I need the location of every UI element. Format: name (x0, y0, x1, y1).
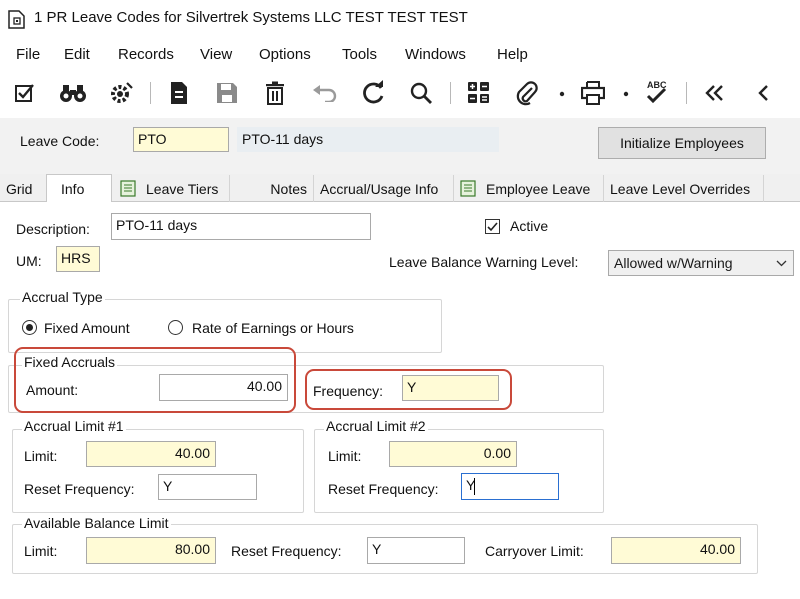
carryover-limit-label: Carryover Limit: (485, 543, 584, 559)
warning-level-select[interactable]: Allowed w/Warning (608, 250, 794, 276)
tab-employee-leave[interactable]: Employee Leave (454, 175, 604, 202)
window-title: 1 PR Leave Codes for Silvertrek Systems … (34, 9, 468, 26)
accrual-limit-2-title: Accrual Limit #2 (324, 418, 428, 434)
chevron-down-icon[interactable] (622, 90, 630, 98)
available-balance-reset-input[interactable]: Y (367, 537, 465, 564)
fixed-amount-label: Fixed Amount (44, 320, 130, 336)
print-icon[interactable] (578, 76, 608, 110)
tab-leave-tiers[interactable]: Leave Tiers (114, 175, 230, 202)
tab-grid[interactable]: Grid (0, 175, 38, 202)
active-checkbox[interactable] (485, 219, 500, 234)
toolbar: ABC (0, 70, 800, 116)
calculator-icon[interactable] (464, 76, 494, 110)
menu-view[interactable]: View (200, 46, 232, 63)
toolbar-separator (686, 82, 687, 104)
tab-info[interactable]: Info (46, 174, 112, 203)
chevron-down-icon[interactable] (558, 90, 566, 98)
spellcheck-icon[interactable]: ABC (642, 76, 672, 110)
menu-bar: File Edit Records View Options Tools Win… (0, 40, 800, 70)
accrual-limit-2-reset-label: Reset Frequency: (328, 481, 439, 497)
accrual-limit-1-input[interactable]: 40.00 (86, 441, 216, 467)
document-icon (460, 180, 476, 197)
accrual-limit-1-reset-input[interactable]: Y (158, 474, 257, 500)
refresh-icon[interactable] (358, 76, 388, 110)
tab-leave-level-overrides[interactable]: Leave Level Overrides (604, 175, 764, 202)
active-label: Active (510, 218, 549, 234)
leave-code-input[interactable]: PTO (133, 127, 229, 152)
available-balance-limit-input[interactable]: 80.00 (86, 537, 216, 564)
available-balance-limit-label: Limit: (24, 543, 58, 559)
accrual-limit-2-label: Limit: (328, 448, 362, 464)
tab-notes[interactable]: Notes (230, 175, 314, 202)
accrual-limit-1-reset-label: Reset Frequency: (24, 481, 135, 497)
checkmark-icon (487, 222, 498, 232)
tab-label: Employee Leave (486, 180, 591, 197)
menu-windows[interactable]: Windows (405, 46, 466, 63)
tab-accrual-usage-info[interactable]: Accrual/Usage Info (314, 175, 454, 202)
leave-code-description: PTO-11 days (237, 127, 499, 152)
menu-file[interactable]: File (16, 46, 40, 63)
toolbar-separator (150, 82, 151, 104)
menu-options[interactable]: Options (259, 46, 311, 63)
amount-highlight (14, 347, 296, 413)
undo-icon[interactable] (310, 76, 340, 110)
document-icon (120, 180, 136, 197)
tab-label: Leave Tiers (146, 180, 219, 197)
info-panel: Description: PTO-11 days Active UM: HRS … (0, 202, 800, 599)
leave-code-bar: Leave Code: PTO PTO-11 days Initialize E… (0, 118, 800, 174)
rate-of-earnings-label: Rate of Earnings or Hours (192, 320, 354, 336)
accrual-limit-1-title: Accrual Limit #1 (22, 418, 126, 434)
warning-level-value: Allowed w/Warning (614, 255, 733, 271)
leave-code-label: Leave Code: (20, 133, 100, 149)
text-cursor (474, 478, 475, 495)
search-icon[interactable] (406, 76, 436, 110)
tab-label: Leave Level Overrides (610, 180, 751, 197)
carryover-limit-input[interactable]: 40.00 (611, 537, 741, 564)
tab-label: Notes (270, 180, 307, 197)
menu-records[interactable]: Records (118, 46, 174, 63)
accrual-limit-2-reset-input[interactable]: Y (461, 473, 559, 500)
attachment-icon[interactable] (512, 76, 542, 110)
accrual-limit-2-input[interactable]: 0.00 (389, 441, 517, 467)
accrual-type-title: Accrual Type (20, 289, 105, 305)
tab-label: Info (61, 180, 85, 197)
binoculars-icon[interactable] (58, 76, 88, 110)
rate-of-earnings-radio[interactable] (168, 320, 183, 335)
available-balance-title: Available Balance Limit (22, 515, 171, 531)
description-label: Description: (16, 221, 90, 237)
warning-level-label: Leave Balance Warning Level: (389, 254, 579, 270)
menu-tools[interactable]: Tools (342, 46, 377, 63)
menu-help[interactable]: Help (497, 46, 528, 63)
tab-label: Grid (6, 180, 33, 197)
title-bar: 1 PR Leave Codes for Silvertrek Systems … (0, 0, 800, 38)
gear-icon[interactable] (106, 76, 136, 110)
tab-label: Accrual/Usage Info (320, 180, 439, 197)
initialize-employees-button[interactable]: Initialize Employees (598, 127, 766, 159)
app-document-icon (8, 10, 25, 29)
save-icon[interactable] (212, 76, 242, 110)
frequency-highlight (305, 369, 512, 410)
chevron-down-icon (776, 260, 787, 267)
description-input[interactable]: PTO-11 days (111, 213, 371, 240)
previous-record-icon[interactable] (748, 76, 778, 110)
delete-icon[interactable] (260, 76, 290, 110)
menu-edit[interactable]: Edit (64, 46, 90, 63)
fixed-amount-radio[interactable] (22, 320, 37, 335)
accrual-limit-1-label: Limit: (24, 448, 58, 464)
first-record-icon[interactable] (700, 76, 730, 110)
toolbar-separator (450, 82, 451, 104)
um-input[interactable]: HRS (56, 246, 100, 272)
tab-bar: Grid Info Leave Tiers Notes Accrual/Usag… (0, 174, 800, 203)
available-balance-reset-label: Reset Frequency: (231, 543, 342, 559)
new-document-icon[interactable] (164, 76, 194, 110)
um-label: UM: (16, 253, 42, 269)
edit-check-icon[interactable] (10, 76, 40, 110)
